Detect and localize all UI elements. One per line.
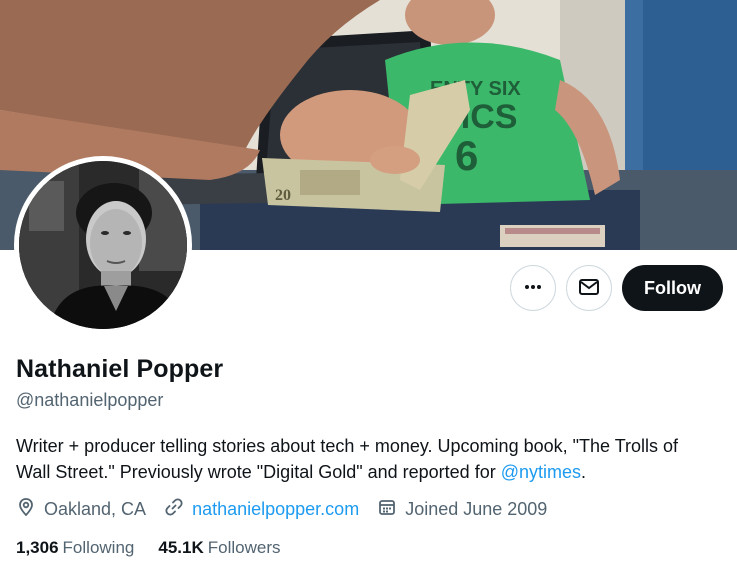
following-count: 1,306 [16, 538, 59, 557]
link-icon [164, 497, 192, 522]
follow-button[interactable]: Follow [622, 265, 723, 311]
followers-label: Followers [207, 538, 281, 557]
website-item: nathanielpopper.com [164, 497, 359, 522]
profile-bio: Writer + producer telling stories about … [16, 433, 716, 485]
envelope-icon [578, 276, 600, 301]
calendar-icon [377, 497, 405, 522]
svg-text:6: 6 [455, 132, 478, 179]
followers-count: 45.1K [158, 538, 204, 557]
location-item: Oakland, CA [16, 497, 146, 522]
more-icon [523, 277, 543, 300]
svg-text:20: 20 [275, 187, 291, 204]
profile-name: Nathaniel Popper [16, 355, 224, 383]
bio-end: . [581, 462, 587, 482]
bio-mention-link[interactable]: @nytimes [501, 462, 581, 482]
location-pin-icon [16, 497, 44, 522]
website-link[interactable]: nathanielpopper.com [192, 499, 359, 520]
joined-text: Joined June 2009 [405, 499, 548, 519]
profile-handle: @nathanielpopper [16, 390, 164, 410]
avatar[interactable] [14, 156, 192, 334]
avatar-photo [19, 161, 187, 329]
message-button[interactable] [566, 265, 612, 311]
profile-actions: Follow [510, 265, 723, 311]
following-link[interactable]: 1,306 Following [16, 538, 134, 558]
followers-link[interactable]: 45.1K Followers [158, 538, 280, 558]
joined-item: Joined June 2009 [377, 497, 547, 522]
following-label: Following [62, 538, 135, 557]
profile-stats: 1,306 Following 45.1K Followers [16, 538, 304, 558]
more-button[interactable] [510, 265, 556, 311]
location-text: Oakland, CA [44, 499, 147, 519]
profile-meta: Oakland, CA nathanielpopper.com Joined J… [16, 497, 565, 522]
